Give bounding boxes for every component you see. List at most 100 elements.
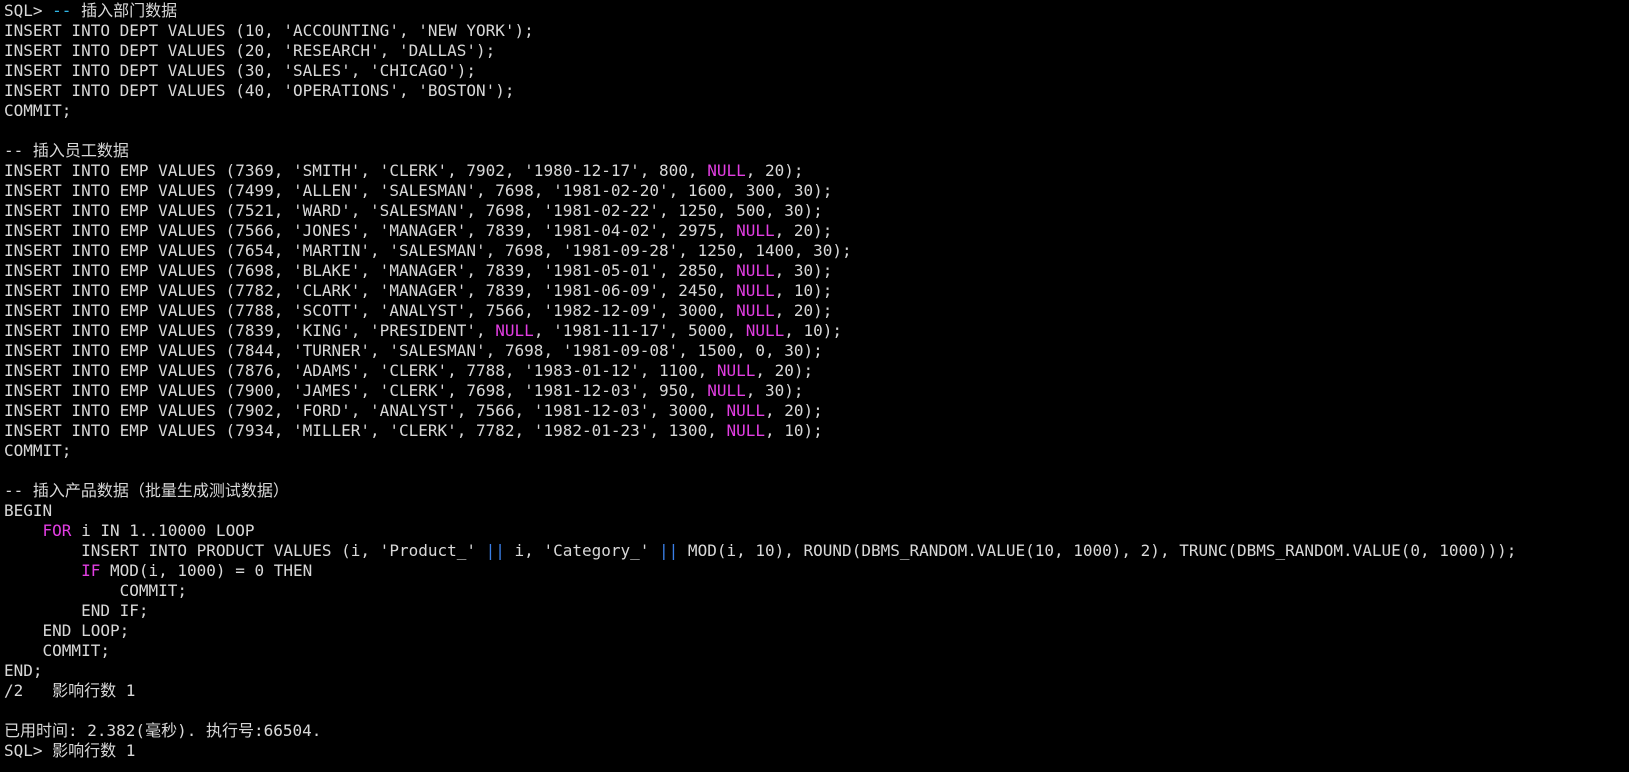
terminal-line: INSERT INTO EMP VALUES (7782, 'CLARK', '… <box>4 281 1624 301</box>
terminal-text: END IF; <box>4 601 149 620</box>
sql-concat-operator: || <box>659 541 679 560</box>
terminal-text: COMMIT; <box>4 641 110 660</box>
terminal-line: INSERT INTO DEPT VALUES (40, 'OPERATIONS… <box>4 81 1624 101</box>
terminal-text: , 10); <box>765 421 823 440</box>
sql-keyword: NULL <box>726 421 765 440</box>
terminal-text: COMMIT; <box>4 581 188 600</box>
terminal-line: COMMIT; <box>4 641 1624 661</box>
terminal-line: INSERT INTO DEPT VALUES (20, 'RESEARCH',… <box>4 41 1624 61</box>
terminal-line: BEGIN <box>4 501 1624 521</box>
terminal-line: INSERT INTO EMP VALUES (7566, 'JONES', '… <box>4 221 1624 241</box>
terminal-line: INSERT INTO EMP VALUES (7369, 'SMITH', '… <box>4 161 1624 181</box>
terminal-line: END IF; <box>4 601 1624 621</box>
terminal-text: SQL> 影响行数 1 <box>4 741 136 760</box>
terminal-line: INSERT INTO EMP VALUES (7788, 'SCOTT', '… <box>4 301 1624 321</box>
terminal-line: INSERT INTO DEPT VALUES (10, 'ACCOUNTING… <box>4 21 1624 41</box>
terminal-line: INSERT INTO PRODUCT VALUES (i, 'Product_… <box>4 541 1624 561</box>
terminal-text: INSERT INTO EMP VALUES (7844, 'TURNER', … <box>4 341 823 360</box>
terminal-line: FOR i IN 1..10000 LOOP <box>4 521 1624 541</box>
terminal-text: INSERT INTO EMP VALUES (7788, 'SCOTT', '… <box>4 301 737 320</box>
terminal-line: IF MOD(i, 1000) = 0 THEN <box>4 561 1624 581</box>
terminal-text: END; <box>4 661 43 680</box>
terminal-text: , 20); <box>774 221 833 240</box>
terminal-line: INSERT INTO EMP VALUES (7900, 'JAMES', '… <box>4 381 1624 401</box>
terminal-text: /2 影响行数 1 <box>4 681 136 700</box>
terminal-text: 插入部门数据 <box>71 1 178 20</box>
terminal-text: , 10); <box>774 281 833 300</box>
terminal-text: -- 插入产品数据（批量生成测试数据） <box>4 481 289 500</box>
terminal-line: /2 影响行数 1 <box>4 681 1624 701</box>
sql-keyword: IF <box>81 561 101 580</box>
terminal-text: INSERT INTO EMP VALUES (7369, 'SMITH', '… <box>4 161 708 180</box>
terminal-line: INSERT INTO EMP VALUES (7521, 'WARD', 'S… <box>4 201 1624 221</box>
sql-keyword: NULL <box>495 321 534 340</box>
terminal-line: 已用时间: 2.382(毫秒). 执行号:66504. <box>4 721 1624 741</box>
terminal-text: i IN 1..10000 LOOP <box>71 521 255 540</box>
terminal-line: COMMIT; <box>4 101 1624 121</box>
terminal-text: , 20); <box>745 161 804 180</box>
terminal-text: INSERT INTO DEPT VALUES (20, 'RESEARCH',… <box>4 41 496 60</box>
terminal-line: INSERT INTO EMP VALUES (7839, 'KING', 'P… <box>4 321 1624 341</box>
terminal-text: -- 插入员工数据 <box>4 141 129 160</box>
sql-keyword: NULL <box>716 361 756 380</box>
terminal-text: , 30); <box>774 261 833 280</box>
sql-keyword: FOR <box>42 521 72 540</box>
terminal-text: MOD(i, 1000) = 0 THEN <box>100 561 313 580</box>
terminal-line: SQL> 影响行数 1 <box>4 741 1624 761</box>
terminal-line: COMMIT; <box>4 581 1624 601</box>
terminal-text: , '1981-11-17', 5000, <box>533 321 746 340</box>
terminal-line: -- 插入员工数据 <box>4 141 1624 161</box>
terminal-text: INSERT INTO EMP VALUES (7876, 'ADAMS', '… <box>4 361 717 380</box>
sql-keyword: NULL <box>707 161 746 180</box>
sql-keyword: NULL <box>726 401 765 420</box>
terminal-text: INSERT INTO EMP VALUES (7521, 'WARD', 'S… <box>4 201 823 220</box>
sql-concat-operator: || <box>485 541 505 560</box>
terminal-line: -- 插入产品数据（批量生成测试数据） <box>4 481 1624 501</box>
terminal-text: INSERT INTO EMP VALUES (7782, 'CLARK', '… <box>4 281 737 300</box>
terminal-text: END LOOP; <box>4 621 130 640</box>
sql-keyword: NULL <box>707 381 746 400</box>
terminal-text: INSERT INTO EMP VALUES (7902, 'FORD', 'A… <box>4 401 727 420</box>
sql-keyword: NULL <box>736 221 775 240</box>
terminal-text: INSERT INTO DEPT VALUES (30, 'SALES', 'C… <box>4 61 477 80</box>
terminal-text: INSERT INTO EMP VALUES (7654, 'MARTIN', … <box>4 241 852 260</box>
terminal-text: i, 'Category_' <box>504 541 660 560</box>
terminal-text: INSERT INTO PRODUCT VALUES (i, 'Product_… <box>4 541 486 560</box>
terminal-text: INSERT INTO EMP VALUES (7839, 'KING', 'P… <box>4 321 496 340</box>
terminal-output[interactable]: SQL> -- 插入部门数据 INSERT INTO DEPT VALUES (1… <box>4 0 1624 772</box>
terminal-line: SQL> -- 插入部门数据 <box>4 1 1624 21</box>
terminal-text: INSERT INTO DEPT VALUES (40, 'OPERATIONS… <box>4 81 515 100</box>
terminal-line: INSERT INTO EMP VALUES (7499, 'ALLEN', '… <box>4 181 1624 201</box>
terminal-text: INSERT INTO EMP VALUES (7934, 'MILLER', … <box>4 421 727 440</box>
terminal-line: INSERT INTO EMP VALUES (7698, 'BLAKE', '… <box>4 261 1624 281</box>
terminal-text: , 20); <box>765 401 823 420</box>
sql-keyword: NULL <box>745 321 785 340</box>
terminal-text: SQL> <box>4 1 53 20</box>
terminal-text: INSERT INTO DEPT VALUES (10, 'ACCOUNTING… <box>4 21 534 40</box>
terminal-text: MOD(i, 10), ROUND(DBMS_RANDOM.VALUE(10, … <box>678 541 1517 560</box>
terminal-line: INSERT INTO EMP VALUES (7876, 'ADAMS', '… <box>4 361 1624 381</box>
terminal-line: INSERT INTO EMP VALUES (7844, 'TURNER', … <box>4 341 1624 361</box>
terminal-line: COMMIT; <box>4 441 1624 461</box>
sql-keyword: NULL <box>736 301 775 320</box>
terminal-text: BEGIN <box>4 501 53 520</box>
terminal-line: INSERT INTO EMP VALUES (7654, 'MARTIN', … <box>4 241 1624 261</box>
terminal-text: INSERT INTO EMP VALUES (7566, 'JONES', '… <box>4 221 737 240</box>
terminal-line: INSERT INTO EMP VALUES (7934, 'MILLER', … <box>4 421 1624 441</box>
terminal-text: INSERT INTO EMP VALUES (7900, 'JAMES', '… <box>4 381 708 400</box>
terminal-line: INSERT INTO EMP VALUES (7902, 'FORD', 'A… <box>4 401 1624 421</box>
sql-keyword: NULL <box>736 261 775 280</box>
sql-comment-marker: -- <box>52 1 72 20</box>
terminal-text: , 20); <box>755 361 814 380</box>
sql-keyword: NULL <box>736 281 775 300</box>
terminal-line: END LOOP; <box>4 621 1624 641</box>
terminal-text: INSERT INTO EMP VALUES (7499, 'ALLEN', '… <box>4 181 833 200</box>
terminal-text: 已用时间: 2.382(毫秒). 执行号:66504. <box>4 721 322 740</box>
terminal-text: , 20); <box>774 301 833 320</box>
terminal-text: INSERT INTO EMP VALUES (7698, 'BLAKE', '… <box>4 261 737 280</box>
terminal-line: END; <box>4 661 1624 681</box>
